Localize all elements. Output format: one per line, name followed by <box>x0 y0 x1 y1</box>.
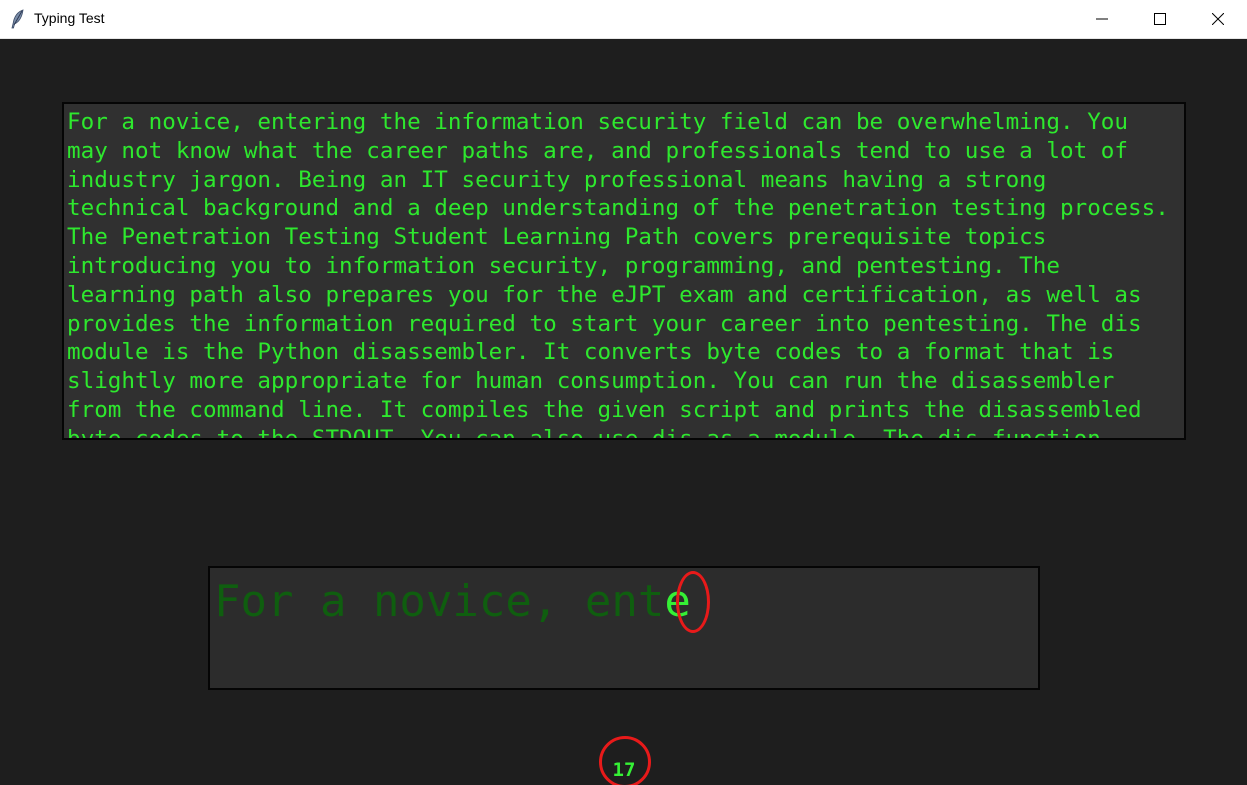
character-counter: 17 <box>612 759 636 781</box>
typed-text: For a novice, ent <box>214 576 665 627</box>
window-title: Typing Test <box>34 10 105 26</box>
maximize-icon <box>1154 13 1166 25</box>
title-bar[interactable]: Typing Test <box>0 0 1247 39</box>
typing-test-window: Typing Test For a novice, entering the i… <box>0 0 1247 785</box>
passage-text: For a novice, entering the information s… <box>67 109 1183 440</box>
minimize-icon <box>1096 18 1108 20</box>
current-character: e <box>664 576 691 627</box>
minimize-button[interactable] <box>1073 0 1131 38</box>
typing-input[interactable]: For a novice, ente <box>208 566 1040 690</box>
close-button[interactable] <box>1189 0 1247 38</box>
passage-display[interactable]: For a novice, entering the information s… <box>62 102 1186 440</box>
close-icon <box>1212 13 1224 25</box>
feather-icon <box>10 9 26 29</box>
maximize-button[interactable] <box>1131 0 1189 38</box>
